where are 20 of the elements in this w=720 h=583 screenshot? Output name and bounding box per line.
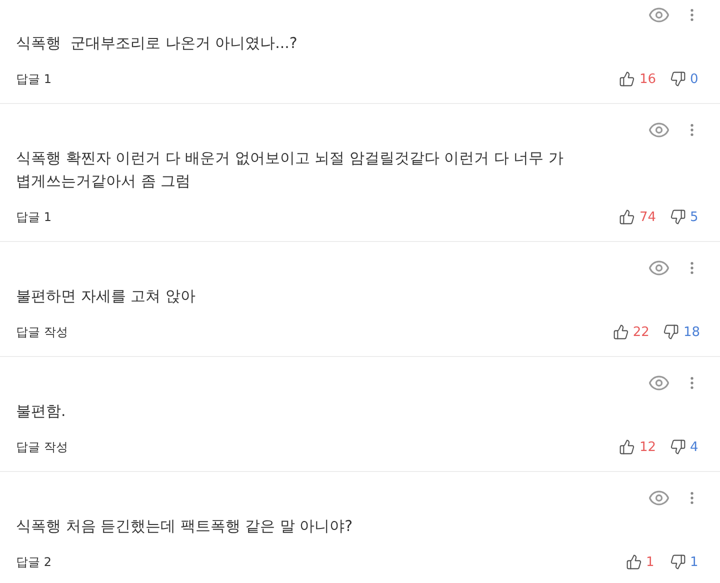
comment-text: 불편함. [16,401,67,422]
comment-text: 불편하면 자세를 고쳐 앉아 [16,286,196,307]
reply-link[interactable]: 답글 2 [16,554,52,570]
reply-link[interactable]: 답글 작성 [16,324,68,340]
like-button[interactable]: 1 [626,554,656,570]
reply-link[interactable]: 답글 1 [16,208,52,226]
like-button[interactable]: 74 [619,209,656,225]
comment-text: 식폭행 군대부조리로 나온거 아니였나...? [16,33,298,54]
dislike-button[interactable]: 4 [670,439,700,455]
like-button[interactable]: 16 [619,71,656,87]
dislike-button[interactable]: 5 [670,209,700,225]
dislike-button[interactable]: 0 [670,71,700,87]
reply-link[interactable]: 답글 작성 [16,438,68,456]
dislike-button[interactable]: 1 [670,554,700,570]
dislike-button[interactable]: 18 [663,324,700,340]
comment-text: 식폭행 처음 듣긴했는데 팩트폭행 같은 말 아니야? [16,516,354,537]
reply-link[interactable]: 답글 1 [16,70,52,88]
like-button[interactable]: 22 [612,324,650,340]
like-button[interactable]: 12 [619,439,656,455]
comment-text: 식폭행 확찐자 이런거 다 배운거 없어보이고 뇌절 암걸릴것같다 이런거 다 너무 가볍게쓰는거같아서 좀 그럼 [16,148,564,192]
